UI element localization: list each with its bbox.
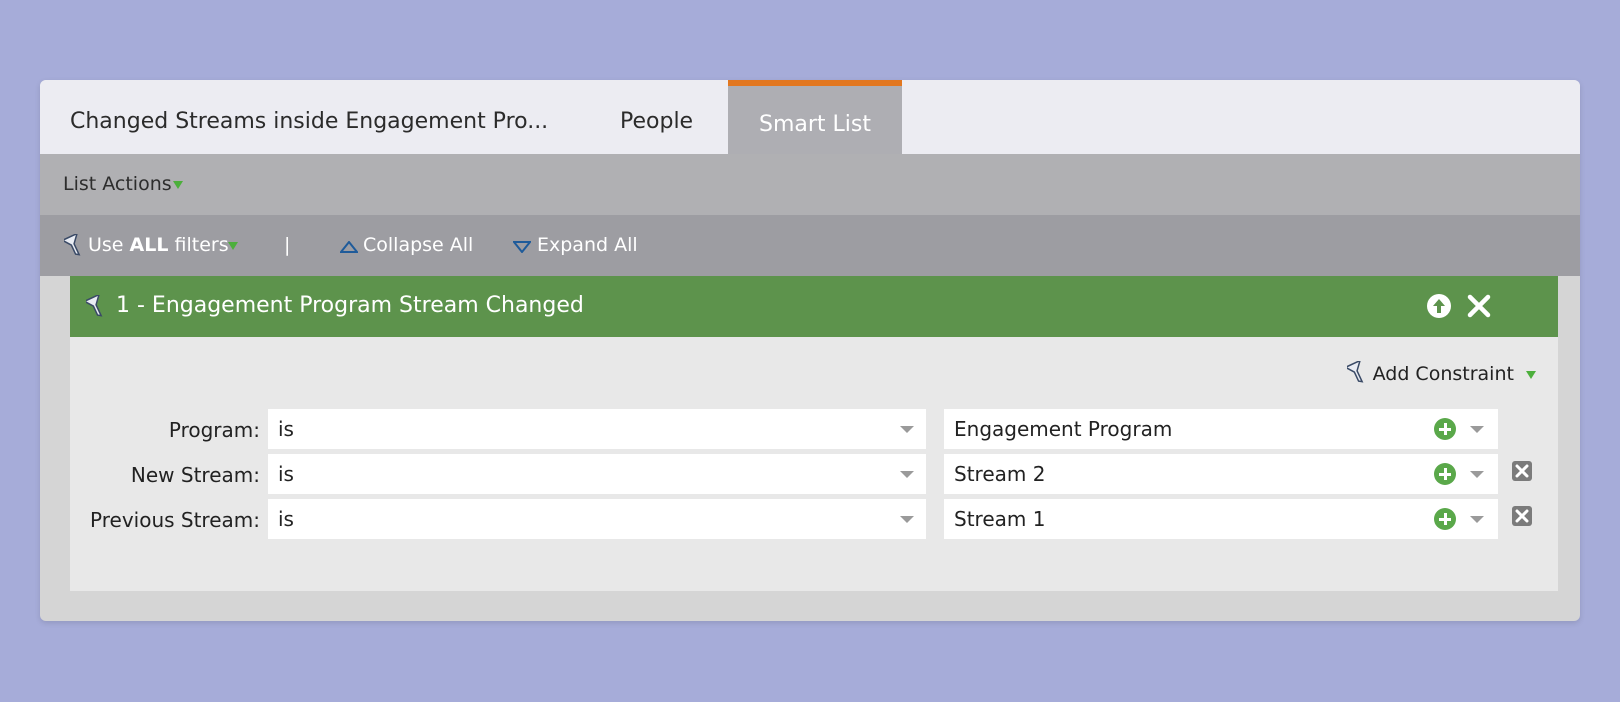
value-text: Engagement Program (954, 417, 1173, 441)
toolbar-separator: | (284, 234, 291, 256)
add-constraint-menu[interactable]: Add Constraint (1343, 359, 1536, 385)
filter-title: 1 - Engagement Program Stream Changed (116, 293, 584, 318)
tab-bar: Changed Streams inside Engagement Pro...… (40, 80, 1580, 154)
chevron-down-icon (900, 471, 914, 478)
filter-logic-suffix: filters (168, 234, 229, 256)
funnel-icon (86, 295, 103, 317)
add-value-icon[interactable] (1434, 508, 1456, 530)
chevron-down-icon (1470, 426, 1484, 433)
expand-all-button[interactable]: Expand All (537, 234, 638, 256)
filter-logic-all: ALL (129, 234, 169, 256)
filter-logic-prefix: Use (88, 234, 130, 256)
filter-body: Add Constraint Program: is Engagement Pr… (70, 337, 1558, 591)
funnel-icon (1343, 359, 1363, 383)
tab-people[interactable]: People (620, 80, 693, 154)
operator-value: is (278, 462, 294, 486)
dropdown-triangle-icon (1526, 371, 1536, 379)
move-up-icon[interactable] (1426, 293, 1452, 319)
tab-smart-list[interactable]: Smart List (728, 80, 902, 154)
close-icon[interactable] (1466, 293, 1492, 319)
value-select[interactable]: Stream 2 (944, 454, 1498, 494)
filter-logic-menu[interactable]: Use ALL filters (88, 234, 229, 256)
operator-value: is (278, 507, 294, 531)
operator-select[interactable]: is (268, 499, 926, 539)
constraint-label: Previous Stream: (90, 508, 260, 532)
chevron-down-icon (1470, 471, 1484, 478)
filter-header: 1 - Engagement Program Stream Changed (70, 276, 1558, 337)
add-value-icon[interactable] (1434, 463, 1456, 485)
value-select[interactable]: Engagement Program (944, 409, 1498, 449)
add-value-icon[interactable] (1434, 418, 1456, 440)
dropdown-triangle-icon[interactable] (228, 242, 238, 250)
chevron-down-icon (900, 426, 914, 433)
value-text: Stream 1 (954, 507, 1046, 531)
expand-all-icon[interactable] (513, 241, 531, 253)
filter-toolbar: Use ALL filters | Collapse All Expand Al… (40, 215, 1580, 276)
collapse-all-button[interactable]: Collapse All (363, 234, 473, 256)
chevron-down-icon (900, 516, 914, 523)
operator-select[interactable]: is (268, 454, 926, 494)
funnel-icon (64, 234, 81, 256)
value-select[interactable]: Stream 1 (944, 499, 1498, 539)
add-constraint-label: Add Constraint (1372, 363, 1514, 385)
dropdown-triangle-icon[interactable] (173, 181, 183, 189)
list-actions-menu[interactable]: List Actions (63, 173, 172, 195)
operator-select[interactable]: is (268, 409, 926, 449)
value-text: Stream 2 (954, 462, 1046, 486)
delete-constraint-icon[interactable] (1512, 506, 1532, 526)
smart-list-panel: Changed Streams inside Engagement Pro...… (40, 80, 1580, 621)
constraint-label: New Stream: (130, 463, 260, 487)
chevron-down-icon (1470, 516, 1484, 523)
collapse-all-icon[interactable] (340, 241, 358, 253)
constraint-label: Program: (168, 418, 260, 442)
delete-constraint-icon[interactable] (1512, 461, 1532, 481)
operator-value: is (278, 417, 294, 441)
tab-program[interactable]: Changed Streams inside Engagement Pro... (70, 80, 548, 154)
list-actions-bar: List Actions (40, 154, 1580, 215)
